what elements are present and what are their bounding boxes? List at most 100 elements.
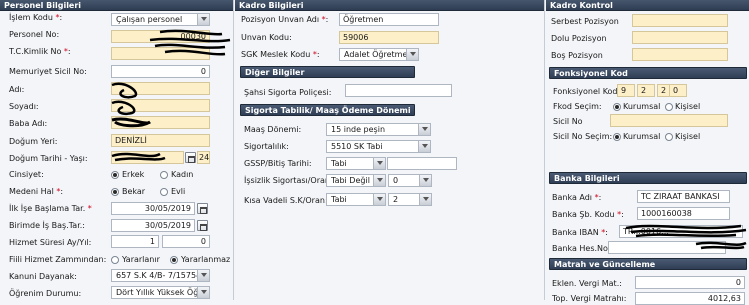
pozisyon-unvan-field[interactable]: Öğretmen [339,13,439,26]
personnel-panel: Personel Bilgileri İşlem Kodu *: Çalışan… [0,0,234,300]
sigortalilik-select[interactable]: 5510 SK Tabi [326,140,431,153]
sahsi-sigorta-field[interactable] [345,84,452,97]
soyadi-field[interactable] [111,99,210,112]
kisa-vadeli-label: Kısa Vadeli S.K/Oran: [244,196,328,205]
kisa-vadeli-oran-select[interactable]: 2 [388,193,432,206]
memuriyet-sicil-label: Memuriyet Sicil No: [9,67,87,76]
sicil-kisisel-radio[interactable] [665,133,673,141]
sicil-kisisel-label: Kişisel [675,132,701,141]
ilk-ise-label: İlk İşe Başlama Tar. * [9,204,92,213]
sigorta-header: Sigorta Tabilik/ Maaş Ödeme Dönemi [240,104,415,116]
chevron-down-icon [197,270,209,281]
banka-header: Banka Bilgileri [549,172,747,184]
age-field: 24 [197,151,210,164]
dolu-pozisyon-field[interactable] [632,31,728,44]
fkod-kurumsal-radio[interactable] [613,103,621,111]
birimde-is-label: Birimde İş Baş.Tar.: [9,221,85,230]
calendar-icon[interactable] [185,152,196,163]
chevron-down-icon [406,49,418,60]
sicil-secim-label: Sicil No Seçim: [553,132,613,141]
unvan-kodu-label: Unvan Kodu: [241,33,292,42]
banka-hesno-label: Banka Hes.No: [552,244,611,253]
hizmet-ay-field[interactable]: 1 [111,235,159,248]
gssp-select[interactable]: Tabi [326,157,386,170]
issizlik-oran-select[interactable]: 0 [388,174,432,187]
hizmet-suresi-label: Hizmet Süresi Ay/Yıl: [9,238,92,247]
medeni-bekar-radio[interactable] [111,188,119,196]
adi-label: Adı: [9,85,25,94]
banka-iban-field[interactable]: TR...0016... [619,225,743,238]
kadro-kontrol-panel: Kadro Kontrol Serbest Pozisyon Dolu Pozi… [546,0,749,305]
calendar-icon[interactable] [197,203,208,214]
chevron-down-icon [418,124,430,135]
medeni-hal-label: Medeni Hal *: [9,187,64,196]
banka-sube-field[interactable]: 1000160038 [637,207,730,220]
hizmet-yil-field[interactable]: 0 [162,235,210,248]
fonk-kod-1[interactable]: 9 [617,84,635,97]
ogrenim-label: Öğrenim Durumu: [9,289,82,298]
sgk-meslek-select[interactable]: Adalet Öğretmeni [339,48,419,61]
sicil-kurumsal-radio[interactable] [613,133,621,141]
memuriyet-sicil-field[interactable]: 0 [111,65,210,78]
sicil-no-field[interactable] [610,114,728,127]
banka-adi-field[interactable]: TC ZIRAAT BANKASI [637,190,730,203]
unvan-kodu-field[interactable]: 59006 [339,31,439,44]
cinsiyet-erkek-radio[interactable] [111,171,119,179]
birimde-is-field[interactable]: 30/05/2019 [111,219,195,232]
ilk-ise-field[interactable]: 30/05/2019 [111,202,195,215]
kisa-vadeli-select[interactable]: Tabi [326,193,386,206]
eklen-vergi-label: Eklen. Vergi Mat.: [552,279,622,288]
top-vergi-field[interactable]: 4012,63 [635,292,745,305]
fonksiyonel-header: Fonksiyonel Kod [549,67,747,79]
gssp-bitis-field[interactable] [387,157,457,170]
fiili-hizmet-label: Fiili Hizmet Zammından: [9,255,107,264]
calendar-icon[interactable] [197,220,208,231]
sigortalilik-label: Sigortalılık: [244,142,289,151]
tc-kimlik-field[interactable] [111,47,210,60]
dogum-tarihi-label: Doğum Tarihi - Yaşı: [9,154,88,163]
chevron-down-icon [373,175,385,186]
maas-donemi-select[interactable]: 15 inde peşin [326,123,431,136]
kadro-kontrol-header: Kadro Kontrol [546,0,749,11]
adi-field[interactable] [111,82,210,95]
eklen-vergi-field[interactable]: 0 [635,276,745,289]
dogum-yeri-field[interactable]: DENİZLİ [111,134,210,147]
chevron-down-icon [419,194,431,205]
dogum-tarihi-field[interactable] [111,151,184,164]
baba-adi-label: Baba Adı: [9,119,48,128]
islem-kodu-select[interactable]: Çalışan personel [111,13,210,26]
banka-iban-label: Banka IBAN *: [552,228,608,237]
kanuni-dayanak-select[interactable]: 657 S.K 4/B- 7/15754 [111,269,210,282]
fonk-kod-4[interactable]: 0 [669,84,687,97]
personel-no-field[interactable]: ...00030 [111,30,210,43]
chevron-down-icon [197,14,209,25]
banka-hesno-field[interactable] [608,241,726,254]
fiili-yararlanmaz-label: Yararlanmaz [181,255,231,264]
medeni-evli-radio[interactable] [160,188,168,196]
serbest-pozisyon-field[interactable] [632,14,728,27]
gssp-label: GSSP/Bitiş Tarihi: [244,159,312,168]
personel-no-label: Personel No: [9,30,60,39]
baba-adi-field[interactable] [111,116,210,129]
maas-donemi-label: Maaş Dönemi: [244,125,302,134]
fonk-kod-2[interactable]: 2 [637,84,655,97]
islem-kodu-label: İşlem Kodu *: [9,13,63,22]
chevron-down-icon [197,287,209,298]
kadro-header: Kadro Bilgileri [235,0,544,11]
sicil-no-label: Sicil No [553,117,583,126]
fiili-yararlanir-radio[interactable] [111,256,119,264]
fkod-kisisel-radio[interactable] [665,103,673,111]
cinsiyet-kadin-label: Kadın [171,170,194,179]
chevron-down-icon [373,158,385,169]
sicil-kurumsal-label: Kurumsal [623,132,661,141]
kanuni-dayanak-label: Kanuni Dayanak: [9,272,77,281]
ogrenim-select[interactable]: Dört Yıllık Yüksek Öğr [111,286,210,299]
fiili-yararlanmaz-radio[interactable] [170,256,178,264]
chevron-down-icon [419,175,431,186]
bos-pozisyon-field[interactable] [632,48,728,61]
kadro-panel: Kadro Bilgileri Pozisyon Unvan Adı *: Öğ… [235,0,545,300]
cinsiyet-kadin-radio[interactable] [160,171,168,179]
issizlik-select[interactable]: Tabi Değil [326,174,386,187]
dolu-pozisyon-label: Dolu Pozisyon [551,34,607,43]
redaction-scribble [625,224,747,250]
